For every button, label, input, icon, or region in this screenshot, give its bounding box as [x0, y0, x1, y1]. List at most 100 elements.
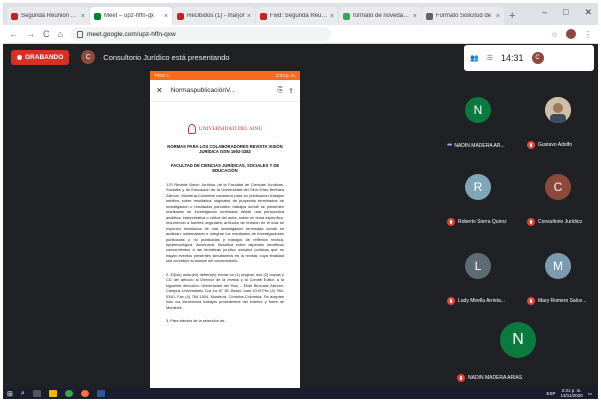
- back-button[interactable]: ←: [9, 29, 18, 39]
- participant-tile[interactable]: N ••• NADIN MADERA AR...: [443, 91, 513, 153]
- participant-tile[interactable]: L Ludy Mirella Arrieta...: [443, 247, 513, 309]
- document-toolbar: ✕ NormaspublicaciónV... ⎘ ⇪: [150, 80, 300, 102]
- tab-close-icon[interactable]: ×: [247, 13, 251, 20]
- participant-label: Ludy Mirella Arrieta...: [447, 297, 505, 305]
- share-icon[interactable]: ⇪: [288, 87, 294, 95]
- participant-name: NADIN MADERA AR...: [454, 142, 505, 149]
- reload-button[interactable]: C: [43, 29, 50, 39]
- participant-tile[interactable]: R Roberto Sierra Quiroz: [443, 168, 513, 230]
- tab-favicon: [177, 12, 184, 20]
- presenting-text: Consultorio Jurídico está presentando: [103, 52, 230, 62]
- presenter-avatar: C: [81, 50, 96, 64]
- start-button[interactable]: ⊞: [7, 390, 13, 398]
- participant-tile[interactable]: M Mary Romero Salce...: [523, 247, 593, 309]
- tab-favicon: [94, 12, 101, 20]
- user-avatar[interactable]: C: [531, 52, 544, 64]
- recording-badge: GRABANDO: [11, 49, 70, 65]
- tab-close-icon[interactable]: ×: [81, 13, 85, 20]
- record-dot-icon: [17, 54, 22, 60]
- participant-name: Gustavo Adolfo: [538, 142, 572, 148]
- document-title: NormaspublicaciónV...: [170, 87, 236, 94]
- chat-icon[interactable]: ☰: [487, 54, 493, 62]
- phone-status-bar: TIGO ≈ 3:23 p. m.: [150, 71, 300, 80]
- faculty-heading: FACULTAD DE CIENCIAS JURÍDICAS, SOCIALES…: [170, 162, 280, 174]
- tab-favicon: [260, 12, 267, 20]
- url-text: meet.google.com/upz-hffn-qxw: [86, 30, 176, 38]
- logo-icon: [187, 124, 196, 134]
- tab-label: Recibidos (1) - marjor: [187, 13, 245, 19]
- window-controls: – □ ✕: [542, 7, 592, 18]
- tab-label: Segunda Reunión Am: [21, 13, 79, 19]
- forward-button[interactable]: →: [26, 29, 35, 39]
- phone-time: 3:23 p. m.: [275, 73, 296, 78]
- person-photo-icon: [545, 97, 571, 123]
- screenshot-frame: Segunda Reunión Am × Meet – upz-hffn-qx × …: [3, 3, 598, 399]
- close-icon[interactable]: ✕: [156, 86, 163, 95]
- participant-label: Mary Romero Salce...: [527, 297, 586, 305]
- mic-off-icon: [447, 218, 455, 226]
- word-icon[interactable]: [96, 390, 105, 397]
- document-heading: NORMAS PARA LOS COLABORADORES REVISTA VI…: [167, 144, 283, 155]
- mic-off-icon: [527, 297, 535, 305]
- home-button[interactable]: ⌂: [58, 29, 63, 39]
- people-icon[interactable]: 👥: [470, 54, 479, 62]
- main-participant-label: NADIN MADERA ARIAS: [457, 374, 522, 382]
- mic-off-icon: [527, 218, 535, 226]
- recording-label: GRABANDO: [25, 53, 64, 61]
- chrome-icon[interactable]: [64, 390, 73, 397]
- search-icon[interactable]: ⌕: [21, 390, 25, 398]
- mic-off-icon: [527, 141, 535, 149]
- browser-tab[interactable]: Fwd: Segunda Reunión ×: [256, 7, 338, 25]
- toolbar-icons: ☆ ⋮: [551, 29, 592, 39]
- task-view-icon[interactable]: [32, 390, 41, 397]
- carrier-text: TIGO ≈: [154, 73, 169, 78]
- tab-close-icon[interactable]: ×: [413, 13, 417, 20]
- notifications-icon[interactable]: ▭: [588, 391, 592, 397]
- firefox-icon[interactable]: [80, 390, 89, 397]
- browser-tab[interactable]: Segunda Reunión Am ×: [7, 7, 89, 25]
- tab-favicon: [343, 12, 350, 20]
- document-body: UNIVERSIDAD DEL SINÚ NORMAS PARA LOS COL…: [150, 102, 300, 334]
- language-indicator[interactable]: ESP: [547, 391, 556, 396]
- participant-name: Mary Romero Salce...: [538, 298, 587, 304]
- drive-icon[interactable]: ⎘: [278, 87, 284, 95]
- meet-top-right-panel: 👥 ☰ 14:31 C: [464, 45, 594, 71]
- close-window-button[interactable]: ✕: [584, 7, 592, 18]
- maximize-button[interactable]: □: [563, 7, 568, 18]
- minimize-button[interactable]: –: [542, 7, 547, 18]
- new-tab-button[interactable]: +: [509, 10, 515, 22]
- windows-taskbar: ⊞ ⌕ ESP 2:31 p. m. 13/11/2020 ▭: [3, 388, 598, 399]
- presentation-screen: TIGO ≈ 3:23 p. m. ✕ NormaspublicaciónV..…: [150, 71, 300, 388]
- url-field[interactable]: meet.google.com/upz-hffn-qxw: [70, 27, 331, 41]
- document-paragraph: 3. Para efectos de la selección de...: [166, 318, 228, 324]
- browser-tab[interactable]: Recibidos (1) - marjor ×: [173, 7, 255, 25]
- star-icon[interactable]: ☆: [551, 30, 558, 39]
- participant-avatar: C: [545, 174, 571, 200]
- address-bar: ← → C ⌂ meet.google.com/upz-hffn-qxw ☆ ⋮: [3, 25, 598, 44]
- main-participant-tile[interactable]: N NADIN MADERA ARIAS: [443, 314, 593, 386]
- participant-tile[interactable]: C Consultorio Jurídico: [523, 168, 593, 230]
- lock-icon: [76, 30, 83, 38]
- participant-tile[interactable]: Gustavo Adolfo: [523, 91, 593, 153]
- tray-date: 13/11/2020: [560, 392, 583, 398]
- tab-close-icon[interactable]: ×: [496, 13, 500, 20]
- participant-avatar: R: [465, 174, 491, 200]
- participant-label: ••• NADIN MADERA AR...: [447, 142, 505, 149]
- tray-clock[interactable]: 2:31 p. m. 13/11/2020: [560, 388, 583, 399]
- file-explorer-icon[interactable]: [48, 390, 57, 397]
- tab-label: Meet – upz-hffn-qx: [104, 13, 154, 19]
- system-tray: ESP 2:31 p. m. 13/11/2020 ▭: [547, 388, 598, 399]
- tab-close-icon[interactable]: ×: [330, 13, 334, 20]
- menu-icon[interactable]: ⋮: [584, 30, 592, 39]
- browser-tab[interactable]: Formato Solicitud de ×: [422, 7, 504, 25]
- browser-tab-active[interactable]: Meet – upz-hffn-qx ×: [90, 7, 172, 25]
- tab-favicon: [426, 12, 433, 20]
- participant-label: Consultorio Jurídico: [527, 218, 582, 226]
- participant-avatar: L: [465, 253, 491, 279]
- logo-text: UNIVERSIDAD DEL SINÚ: [198, 126, 263, 132]
- browser-tab[interactable]: formato de novedades ×: [339, 7, 421, 25]
- profile-avatar[interactable]: [566, 29, 576, 39]
- tab-close-icon[interactable]: ×: [164, 13, 168, 20]
- tab-label: Fwd: Segunda Reunión: [270, 13, 328, 19]
- participant-name: Ludy Mirella Arrieta...: [458, 298, 505, 304]
